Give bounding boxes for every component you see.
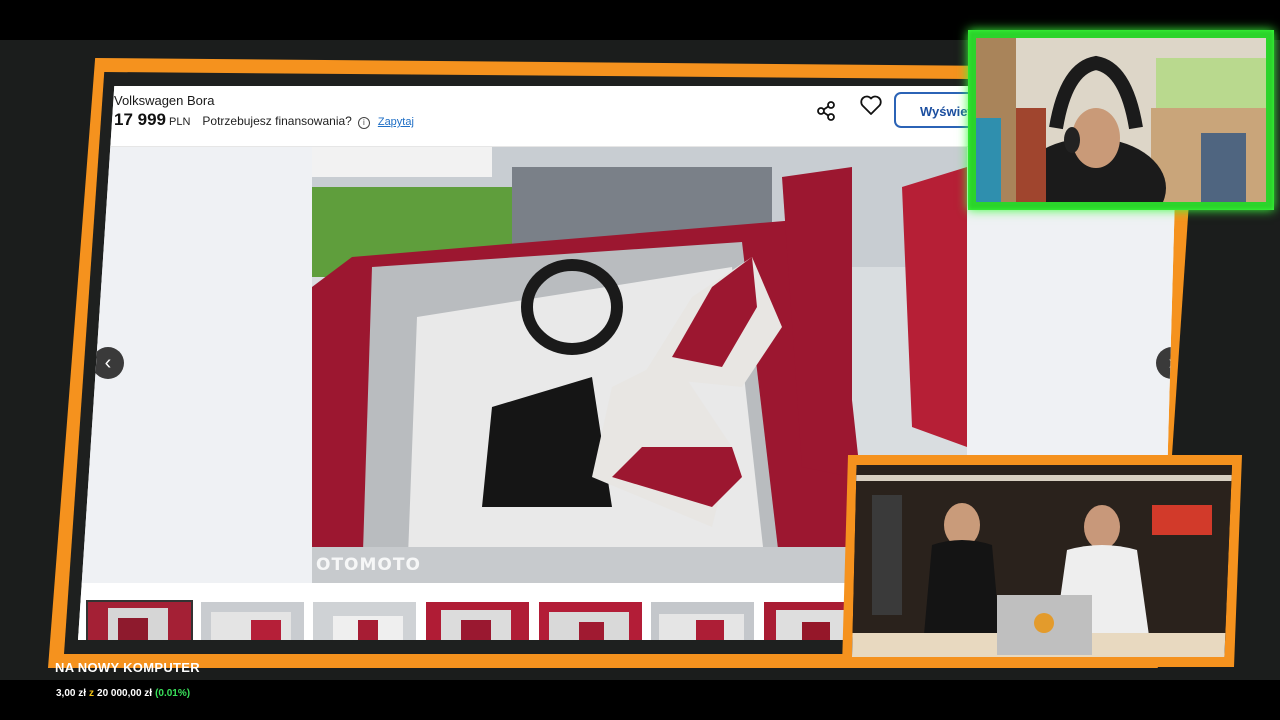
share-icon[interactable] [815, 100, 837, 122]
currency: PLN [169, 116, 191, 128]
otomoto-watermark: OTOMOTO [316, 555, 421, 575]
price: 17 999 [114, 110, 166, 129]
webcam-image [976, 38, 1266, 202]
thumbnail[interactable] [539, 602, 642, 640]
video-feed [852, 465, 1232, 657]
goal-percent: (0.01%) [155, 688, 191, 699]
price-row: 17 999 PLN Potrzebujesz finansowania? i … [114, 110, 414, 130]
thumbnail[interactable] [201, 602, 304, 640]
goal-progress: 3,00 zł z 20 000,00 zł (0.01%) [56, 688, 190, 699]
ask-link[interactable]: Zapytaj [378, 116, 414, 128]
car-title: Volkswagen Bora [114, 93, 215, 108]
webcam-feed [976, 38, 1266, 202]
video-image [852, 465, 1232, 657]
goal-of: z [89, 688, 95, 699]
goal-current: 3,00 zł [56, 688, 87, 699]
thumbnail[interactable] [651, 602, 754, 640]
info-icon[interactable]: i [357, 117, 370, 129]
bottom-letterbox [0, 680, 1280, 720]
thumbnail[interactable] [86, 600, 193, 640]
goal-title: NA NOWY KOMPUTER [55, 660, 200, 675]
thumbnail[interactable] [313, 602, 416, 640]
financing-question: Potrzebujesz finansowania? [202, 114, 352, 128]
thumbnail[interactable] [426, 602, 529, 640]
goal-target: 20 000,00 zł [97, 688, 153, 699]
heart-icon[interactable] [859, 94, 883, 116]
